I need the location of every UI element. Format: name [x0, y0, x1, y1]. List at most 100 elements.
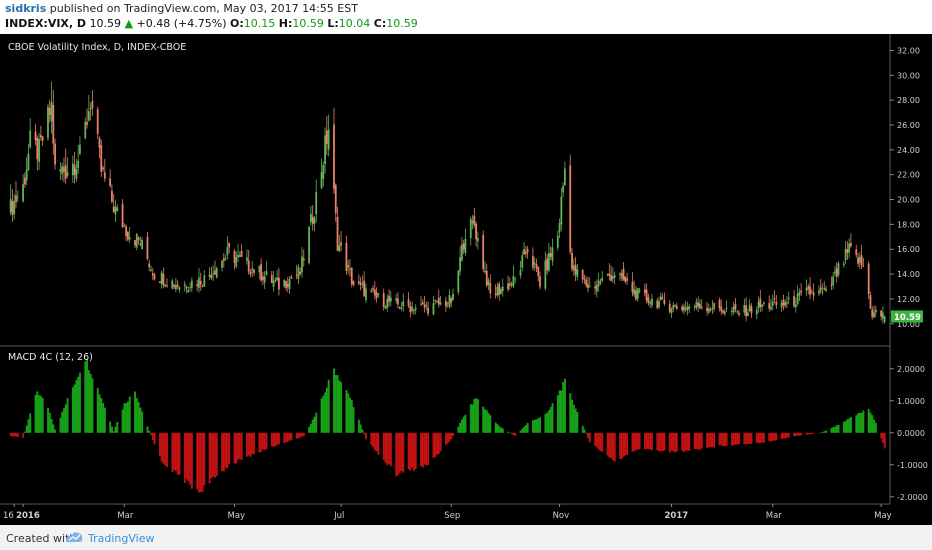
- candle-body: [500, 289, 502, 294]
- candle-body: [695, 301, 698, 309]
- candle-body: [564, 168, 566, 185]
- candle-body: [471, 221, 474, 224]
- macd-bar: [286, 432, 289, 442]
- candle-body: [75, 169, 78, 179]
- candle-body: [725, 307, 728, 309]
- candle-body: [174, 285, 177, 290]
- candle-body: [187, 290, 190, 292]
- macd-bar: [315, 412, 318, 433]
- candle-body: [283, 280, 286, 287]
- macd-bar: [562, 381, 565, 433]
- candle-body: [251, 268, 254, 271]
- macd-bar: [297, 432, 300, 439]
- macd-bar: [25, 425, 28, 433]
- macd-bar: [278, 432, 280, 445]
- candle-body: [48, 108, 51, 115]
- macd-bar: [389, 432, 392, 467]
- macd-bar: [173, 432, 176, 471]
- candle-body: [569, 165, 572, 252]
- macd-bar: [63, 408, 65, 433]
- macd-bar: [345, 390, 348, 433]
- candle-body: [84, 121, 87, 139]
- macd-bar: [548, 410, 550, 433]
- chart-area[interactable]: 32.00 30.00 28.00 26.00 24.00 22.00 20.00 18.00…: [0, 34, 932, 525]
- macd-bar: [574, 408, 577, 433]
- candle-body: [59, 168, 62, 172]
- candle-body: [762, 302, 765, 304]
- candle-body: [347, 265, 350, 268]
- candle-body: [850, 243, 852, 247]
- candle-body: [274, 279, 277, 281]
- macd-bar: [176, 432, 179, 475]
- macd-bar: [210, 432, 213, 479]
- candle-body: [89, 108, 92, 110]
- candle-body: [761, 304, 763, 308]
- candle-body: [134, 240, 136, 246]
- macd-bar: [384, 432, 387, 463]
- macd-bar: [402, 432, 405, 473]
- macd-bar: [519, 430, 522, 433]
- macd-bar: [203, 432, 206, 486]
- macd-bar: [61, 411, 64, 433]
- macd-bar: [775, 432, 778, 441]
- macd-bar: [235, 432, 238, 464]
- candle-body: [73, 164, 76, 175]
- macd-bar: [457, 426, 460, 433]
- macd-bar: [857, 413, 860, 433]
- candle-body: [382, 293, 385, 307]
- macd-bar: [338, 380, 341, 433]
- candle-body: [398, 306, 401, 309]
- candle-body: [301, 256, 303, 273]
- chart-canvas[interactable]: 32.00 30.00 28.00 26.00 24.00 22.00 20.00 18.00…: [0, 34, 932, 525]
- candle-body: [624, 276, 627, 282]
- macd-bar: [672, 432, 675, 452]
- candle-body: [551, 247, 554, 261]
- candle-body: [459, 257, 461, 272]
- candle-body: [297, 267, 300, 279]
- candle-body: [333, 124, 335, 189]
- macd-bar: [325, 387, 328, 433]
- publish-line: sidkris published on TradingView.com, Ma…: [5, 2, 358, 15]
- candle-body: [127, 231, 129, 240]
- macd-tick-label: 2.0000: [897, 365, 925, 374]
- candle-body: [855, 249, 858, 255]
- macd-bar: [212, 432, 215, 477]
- macd-bar: [755, 432, 758, 443]
- candle-body: [272, 280, 275, 287]
- macd-bar: [96, 388, 99, 433]
- tradingview-logo-icon[interactable]: [64, 529, 84, 545]
- candle-body: [805, 287, 808, 291]
- macd-bar: [103, 407, 106, 433]
- candle-body: [583, 278, 586, 280]
- macd-bar: [22, 432, 25, 438]
- macd-bar: [718, 432, 721, 446]
- macd-bar: [810, 432, 813, 434]
- candle-body: [66, 172, 69, 176]
- candle-body: [693, 306, 696, 308]
- macd-bar: [539, 417, 542, 433]
- macd-tick-label: 0.0000: [897, 429, 925, 438]
- candle-body: [709, 309, 712, 311]
- candle-body: [299, 271, 302, 275]
- author-link[interactable]: sidkris: [5, 2, 46, 15]
- macd-bar: [23, 431, 26, 433]
- candle-body: [185, 286, 188, 289]
- candle-body: [388, 295, 390, 302]
- macd-bar: [38, 395, 41, 433]
- candle-body: [411, 306, 414, 311]
- macd-bar: [633, 432, 636, 452]
- macd-bar: [613, 432, 616, 462]
- candle-body: [77, 160, 80, 169]
- tradingview-brand-link[interactable]: TradingView: [88, 532, 154, 545]
- macd-bar: [148, 430, 151, 433]
- candle-body: [41, 136, 44, 141]
- candle-body: [208, 274, 211, 277]
- macd-bar: [127, 401, 129, 433]
- candle-body: [523, 249, 525, 255]
- candle-body: [166, 285, 168, 287]
- macd-bar: [725, 432, 728, 446]
- candle-body: [572, 265, 575, 271]
- candle-body: [100, 145, 103, 172]
- macd-bar: [425, 432, 428, 466]
- macd-bar: [551, 403, 554, 433]
